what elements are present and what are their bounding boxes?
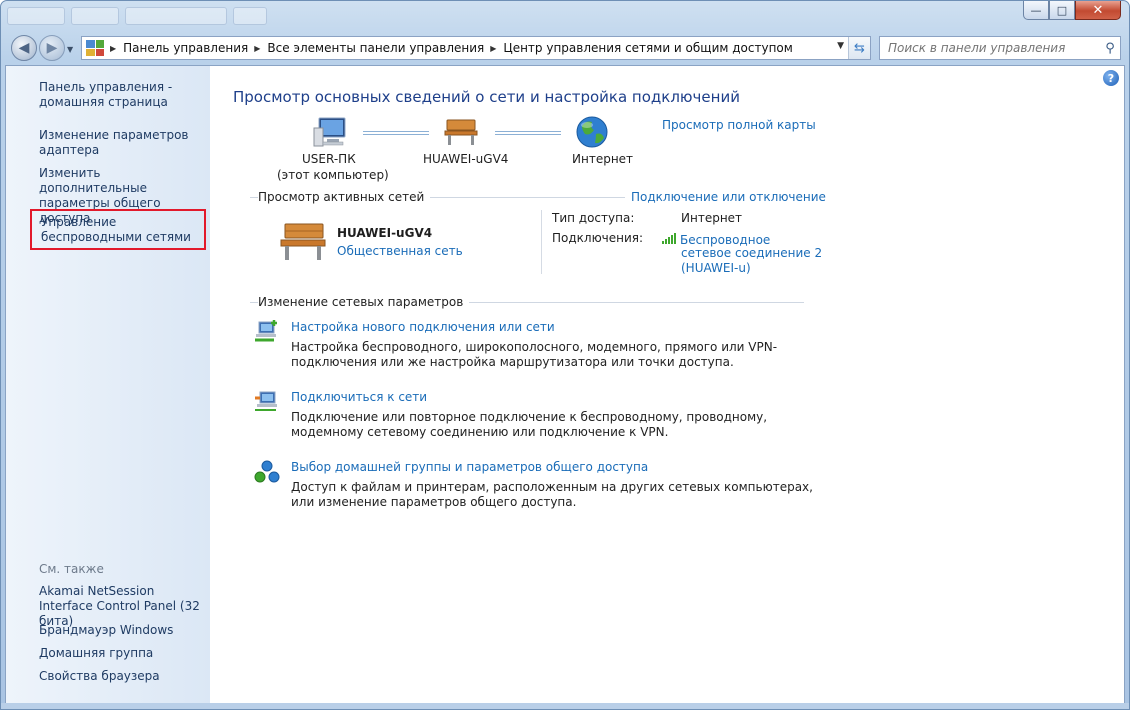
task-homegroup-description: Доступ к файлам и принтерам, расположенн…: [291, 480, 813, 509]
connection-line-1[interactable]: Беспроводное: [680, 233, 770, 247]
task-connect-network-link[interactable]: Подключиться к сети: [291, 390, 427, 404]
see-also-firewall[interactable]: Брандмауэр Windows: [39, 623, 209, 638]
computer-subtitle: (этот компьютер): [277, 168, 389, 182]
task-new-connection-link[interactable]: Настройка нового подключения или сети: [291, 320, 555, 334]
window-controls: — □ ✕: [1023, 1, 1121, 20]
breadcrumb-network-center[interactable]: Центр управления сетями и общим доступом: [503, 41, 792, 55]
task-connect-network-description: Подключение или повторное подключение к …: [291, 410, 768, 439]
connection-line-3[interactable]: (HUAWEI-u): [681, 261, 751, 275]
wireless-signal-icon: [662, 233, 676, 244]
navigation-bar: ◀ ▶ ▼ ▶ Панель управления ▶ Все элементы…: [1, 31, 1129, 65]
connect-network-icon: [255, 391, 277, 411]
page-title: Просмотр основных сведений о сети и наст…: [233, 88, 740, 106]
breadcrumb-all-items[interactable]: Все элементы панели управления: [267, 41, 484, 55]
help-icon[interactable]: ?: [1103, 70, 1119, 86]
breadcrumb-separator-icon[interactable]: ▶: [490, 44, 496, 53]
sidebar: Панель управления - домашняя страница Из…: [6, 66, 210, 704]
view-full-map-link[interactable]: Просмотр полной карты: [662, 118, 816, 132]
homegroup-icon: [254, 460, 280, 483]
refresh-button[interactable]: ⇆: [848, 37, 870, 59]
close-button[interactable]: ✕: [1075, 1, 1121, 20]
back-arrow-icon: ◀: [18, 40, 30, 56]
connect-disconnect-link[interactable]: Подключение или отключение: [625, 190, 826, 204]
explorer-window: — □ ✕ ◀ ▶ ▼ ▶ Панель управления ▶ Все эл…: [0, 0, 1130, 710]
bench-network-icon: [280, 223, 326, 260]
search-box[interactable]: ⚲: [879, 36, 1121, 60]
computer-to-network-line: [363, 131, 429, 135]
access-type-value: Интернет: [681, 211, 743, 225]
sidebar-item-control-panel-home[interactable]: Панель управления - домашняя страница: [39, 80, 209, 110]
see-also-browser-properties[interactable]: Свойства браузера: [39, 669, 209, 684]
title-bar: — □ ✕: [1, 1, 1129, 31]
address-bar[interactable]: ▶ Панель управления ▶ Все элементы панел…: [81, 36, 871, 60]
refresh-icon: ⇆: [854, 40, 865, 56]
active-networks-heading: Просмотр активных сетей: [258, 190, 431, 204]
main-panel: ? Просмотр основных сведений о сети и на…: [210, 66, 1124, 704]
access-type-label: Тип доступа:: [552, 211, 635, 225]
forward-arrow-icon: ▶: [46, 40, 58, 56]
maximize-button[interactable]: □: [1049, 1, 1075, 20]
address-dropdown-icon[interactable]: ▼: [837, 41, 844, 51]
sidebar-item-manage-wireless[interactable]: Управление беспроводными сетями: [30, 209, 206, 250]
connections-label: Подключения:: [552, 231, 644, 245]
internet-globe-icon: [576, 116, 608, 148]
task-homegroup-link[interactable]: Выбор домашней группы и параметров общег…: [291, 460, 648, 474]
computer-icon: [313, 117, 346, 147]
change-settings-heading: Изменение сетевых параметров: [258, 295, 470, 309]
computer-name: USER-ПК: [302, 152, 356, 166]
control-panel-icon: [86, 40, 104, 56]
forward-button[interactable]: ▶: [39, 35, 65, 61]
sidebar-item-adapter-settings[interactable]: Изменение параметров адаптера: [39, 128, 209, 158]
window-bottom-border: [1, 703, 1129, 709]
see-also-heading: См. также: [39, 562, 104, 576]
breadcrumb-separator-icon[interactable]: ▶: [110, 44, 116, 53]
recent-pages-dropdown[interactable]: ▼: [67, 45, 73, 54]
content-area: Панель управления - домашняя страница Из…: [5, 65, 1125, 705]
breadcrumb-separator-icon[interactable]: ▶: [254, 44, 260, 53]
back-button[interactable]: ◀: [11, 35, 37, 61]
search-input[interactable]: [880, 38, 1100, 58]
task-new-connection-description: Настройка беспроводного, широкополосного…: [291, 340, 778, 369]
minimize-button[interactable]: —: [1023, 1, 1049, 20]
network-to-internet-line: [495, 131, 561, 135]
bench-network-icon: [444, 119, 478, 145]
connection-line-2[interactable]: сетевое соединение 2: [681, 246, 822, 260]
see-also-homegroup[interactable]: Домашняя группа: [39, 646, 209, 661]
network-info-separator: [541, 210, 542, 274]
search-icon[interactable]: ⚲: [1100, 41, 1120, 56]
network-type-link[interactable]: Общественная сеть: [337, 244, 463, 258]
active-network-name: HUAWEI-uGV4: [337, 226, 433, 240]
internet-label: Интернет: [572, 152, 634, 166]
new-connection-icon: [255, 320, 277, 342]
breadcrumb-control-panel[interactable]: Панель управления: [123, 41, 248, 55]
map-network-name: HUAWEI-uGV4: [423, 152, 509, 166]
